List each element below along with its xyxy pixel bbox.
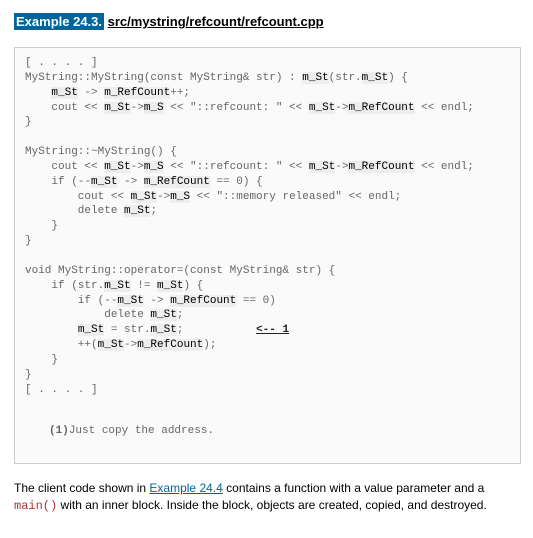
code-hl: m_RefCount [170, 295, 236, 307]
paragraph-text: contains a function with a value paramet… [223, 481, 485, 495]
code-hl: m_RefCount [144, 176, 210, 188]
code-hl: m_St [131, 191, 157, 203]
code-text: << endl; [415, 161, 474, 173]
code-listing: [ . . . . ] MyString::MyString(const MyS… [14, 47, 521, 464]
code-hl: m_St [309, 161, 335, 173]
code-text: ++; [170, 87, 190, 99]
code-text: [ . . . . ] [25, 57, 98, 69]
code-text: } [25, 354, 58, 366]
code-hl: m_St [157, 280, 183, 292]
page-wrapper: Example 24.3. src/mystring/refcount/refc… [0, 0, 533, 538]
code-text: == 0) [236, 295, 276, 307]
code-hl: m_St [362, 72, 388, 84]
code-text: [ . . . . ] [25, 384, 98, 396]
code-text: if (str. [25, 280, 104, 292]
code-hl: m_St [150, 324, 176, 336]
code-text: -> [144, 295, 170, 307]
code-text: -> [131, 161, 144, 173]
code-text: -> [157, 191, 170, 203]
code-text: ; [177, 309, 184, 321]
code-text: } [25, 235, 32, 247]
code-text: cout << [25, 191, 131, 203]
code-text: (str. [329, 72, 362, 84]
code-text: == 0) { [210, 176, 263, 188]
code-text [25, 324, 78, 336]
code-text: -> [117, 176, 143, 188]
code-hl: m_S [170, 191, 190, 203]
paragraph-text: with an inner block. Inside the block, o… [57, 498, 487, 512]
code-text: ); [203, 339, 216, 351]
code-hl: m_St [302, 72, 328, 84]
code-text: -> [335, 102, 348, 114]
footnote-number: (1) [49, 425, 69, 437]
code-hl: m_St [104, 280, 130, 292]
code-text: ) { [183, 280, 203, 292]
cross-ref-link[interactable]: Example 24.4 [149, 481, 222, 495]
code-text: = str. [104, 324, 150, 336]
code-text: << endl; [415, 102, 474, 114]
code-footnote: (1)Just copy the address. [49, 424, 510, 439]
code-text: -> [124, 339, 137, 351]
example-filepath: src/mystring/refcount/refcount.cpp [108, 14, 324, 29]
code-text: -> [78, 87, 104, 99]
code-text: } [25, 116, 32, 128]
code-hl: m_St [124, 205, 150, 217]
code-text: ; [150, 205, 157, 217]
code-hl: m_RefCount [104, 87, 170, 99]
code-hl: m_RefCount [137, 339, 203, 351]
code-text: << "::memory released" << endl; [190, 191, 401, 203]
code-text: MyString::MyString(const MyString& str) … [25, 72, 302, 84]
code-text: delete [25, 205, 124, 217]
code-hl: m_RefCount [348, 102, 414, 114]
code-text: } [25, 369, 32, 381]
paragraph-text: The client code shown in [14, 481, 149, 495]
code-text: cout << [25, 161, 104, 173]
code-text: delete [25, 309, 150, 321]
code-text: MyString::~MyString() { [25, 146, 177, 158]
code-text: ; [177, 324, 256, 336]
code-text: ) { [388, 72, 408, 84]
example-heading: Example 24.3. src/mystring/refcount/refc… [14, 14, 521, 29]
code-hl: m_St [117, 295, 143, 307]
code-text: cout << [25, 102, 104, 114]
code-annotation-1: <-- 1 [256, 324, 289, 336]
code-text: void MyString::operator=(const MyString&… [25, 265, 335, 277]
code-hl: m_St [78, 324, 104, 336]
code-text: if (-- [25, 295, 117, 307]
code-text: << "::refcount: " << [164, 102, 309, 114]
code-hl: m_St [98, 339, 124, 351]
code-text: ++( [25, 339, 98, 351]
code-text: if (-- [25, 176, 91, 188]
code-text: } [25, 220, 58, 232]
code-hl: m_St [150, 309, 176, 321]
code-hl: m_St [104, 102, 130, 114]
code-hl: m_St [104, 161, 130, 173]
code-text: -> [131, 102, 144, 114]
code-hl: m_St [309, 102, 335, 114]
code-hl: m_S [144, 102, 164, 114]
code-text: << "::refcount: " << [164, 161, 309, 173]
inline-code: main() [14, 499, 57, 513]
code-hl: m_St [91, 176, 117, 188]
example-number: Example 24.3. [14, 13, 104, 30]
code-text: != [131, 280, 157, 292]
code-hl: m_RefCount [348, 161, 414, 173]
code-hl: m_S [144, 161, 164, 173]
code-text: -> [335, 161, 348, 173]
body-paragraph: The client code shown in Example 24.4 co… [14, 480, 521, 516]
footnote-text: Just copy the address. [69, 425, 214, 437]
code-hl: m_St [51, 87, 77, 99]
code-text [25, 87, 51, 99]
